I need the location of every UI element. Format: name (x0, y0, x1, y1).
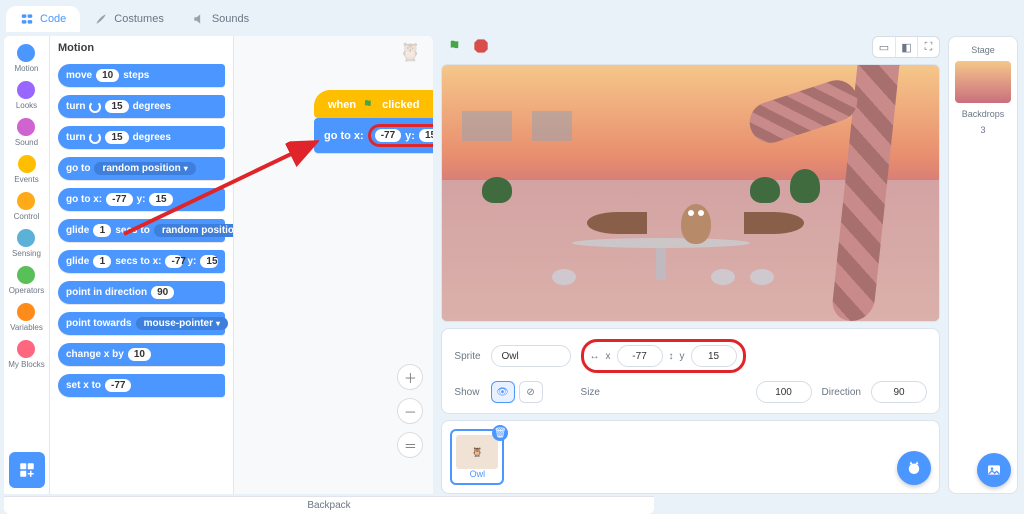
brush-icon (94, 12, 108, 26)
category-rail: Motion Looks Sound Events Control Sensing Oper… (4, 36, 50, 494)
category-dot (17, 266, 35, 284)
tab-costumes[interactable]: Costumes (80, 6, 178, 32)
tab-costumes-label: Costumes (114, 13, 164, 25)
sound-icon (192, 12, 206, 26)
backpack-drawer[interactable]: Backpack (4, 496, 654, 514)
annotation-arrow-1 (114, 136, 324, 246)
show-label: Show (454, 387, 480, 398)
block-glide-xy[interactable]: glide 1 secs to x: -77 y: 15 (58, 250, 225, 273)
category-my-blocks[interactable]: My Blocks (8, 338, 44, 371)
category-dot (17, 340, 35, 358)
category-looks[interactable]: Looks (16, 79, 37, 112)
category-dot (17, 81, 35, 99)
sprite-x-input[interactable] (617, 345, 663, 367)
category-operators[interactable]: Operators (9, 264, 45, 297)
category-variables[interactable]: Variables (10, 301, 43, 334)
rotate-cw-icon (89, 101, 101, 113)
stage-large-button[interactable]: ◧ (895, 37, 917, 57)
category-events[interactable]: Events (14, 153, 38, 186)
category-motion[interactable]: Motion (14, 42, 38, 75)
stage-sprite-owl[interactable] (641, 204, 750, 244)
block-turn-cw[interactable]: turn 15 degrees (58, 95, 225, 118)
category-dot (17, 192, 35, 210)
green-flag-button[interactable] (447, 38, 465, 56)
stage-title: Stage (971, 45, 995, 55)
size-label: Size (581, 387, 746, 398)
zoom-out-button[interactable]: － (397, 398, 423, 424)
category-dot (18, 155, 36, 173)
extension-icon (18, 461, 36, 479)
delete-sprite-button[interactable]: 🗑 (492, 425, 508, 441)
category-control[interactable]: Control (14, 190, 40, 223)
sprite-name-label: Sprite (454, 351, 480, 362)
sprite-card-label: Owl (456, 469, 498, 479)
sprite-size-input[interactable] (756, 381, 812, 403)
category-dot (17, 118, 35, 136)
block-set-x[interactable]: set x to -77 (58, 374, 225, 397)
add-backdrop-button[interactable] (977, 453, 1011, 487)
stage-small-button[interactable]: ▭ (873, 37, 895, 57)
sprite-y-input[interactable] (691, 345, 737, 367)
tab-sounds-label: Sounds (212, 13, 249, 25)
backdrops-label: Backdrops (962, 109, 1005, 119)
show-sprite-button[interactable]: 👁 (491, 381, 515, 403)
sprite-watermark: 🦉 (399, 42, 421, 63)
category-dot (17, 229, 35, 247)
block-point-towards[interactable]: point towards mouse-pointer (58, 312, 225, 335)
script-stack[interactable]: when clicked go to x: -77 y: 15 (314, 90, 433, 153)
script-area[interactable]: 🦉 when clicked go to x: -77 y: 15 (234, 36, 433, 494)
block-point-direction[interactable]: point in direction 90 (58, 281, 225, 304)
category-dot (17, 303, 35, 321)
sprite-name-input[interactable] (491, 345, 571, 367)
green-flag-icon (362, 98, 376, 112)
highlight-xy-inputs: ↔ x ↕ y (581, 339, 746, 373)
tab-code[interactable]: Code (6, 6, 80, 32)
stop-button[interactable] (473, 38, 489, 54)
block-palette: Motion move 10 steps turn 15 degrees tur… (50, 36, 234, 494)
block-change-x[interactable]: change x by 10 (58, 343, 225, 366)
script-block-goto-xy[interactable]: go to x: -77 y: 15 (314, 118, 433, 153)
tab-sounds[interactable]: Sounds (178, 6, 263, 32)
zoom-in-button[interactable]: ＋ (397, 364, 423, 390)
sprite-direction-input[interactable] (871, 381, 927, 403)
y-axis-icon: ↕ (669, 351, 674, 362)
image-icon (986, 462, 1002, 478)
x-axis-icon: ↔ (590, 351, 600, 362)
point-dropdown[interactable]: mouse-pointer (136, 317, 228, 330)
add-sprite-button[interactable] (897, 451, 931, 485)
hide-sprite-button[interactable]: ⊘ (519, 381, 543, 403)
tab-code-label: Code (40, 13, 66, 25)
backdrops-count: 3 (980, 125, 985, 135)
block-move-steps[interactable]: move 10 steps (58, 64, 225, 87)
stage[interactable] (441, 64, 940, 322)
block-when-flag-clicked[interactable]: when clicked (314, 90, 433, 118)
sprite-info-panel: Sprite ↔ x ↕ y Show 👁 ⊘ Size (441, 328, 940, 414)
highlight-goto-inputs: -77 y: 15 (368, 124, 434, 147)
direction-label: Direction (822, 387, 861, 398)
rotate-ccw-icon (89, 132, 101, 144)
cat-icon (905, 459, 923, 477)
category-sound[interactable]: Sound (15, 116, 38, 149)
sprite-list: 🗑 🦉 Owl (441, 420, 940, 494)
stage-thumbnail[interactable] (955, 61, 1011, 103)
stage-full-button[interactable]: ⛶ (917, 37, 939, 57)
add-extension-button[interactable] (9, 452, 45, 488)
stage-panel: Stage Backdrops 3 (948, 36, 1018, 494)
palette-title: Motion (58, 42, 225, 54)
zoom-reset-button[interactable]: ＝ (397, 432, 423, 458)
code-icon (20, 12, 34, 26)
category-dot (17, 44, 35, 62)
sprite-thumb: 🦉 (456, 435, 498, 469)
category-sensing[interactable]: Sensing (12, 227, 41, 260)
sprite-card-owl[interactable]: 🗑 🦉 Owl (450, 429, 504, 485)
